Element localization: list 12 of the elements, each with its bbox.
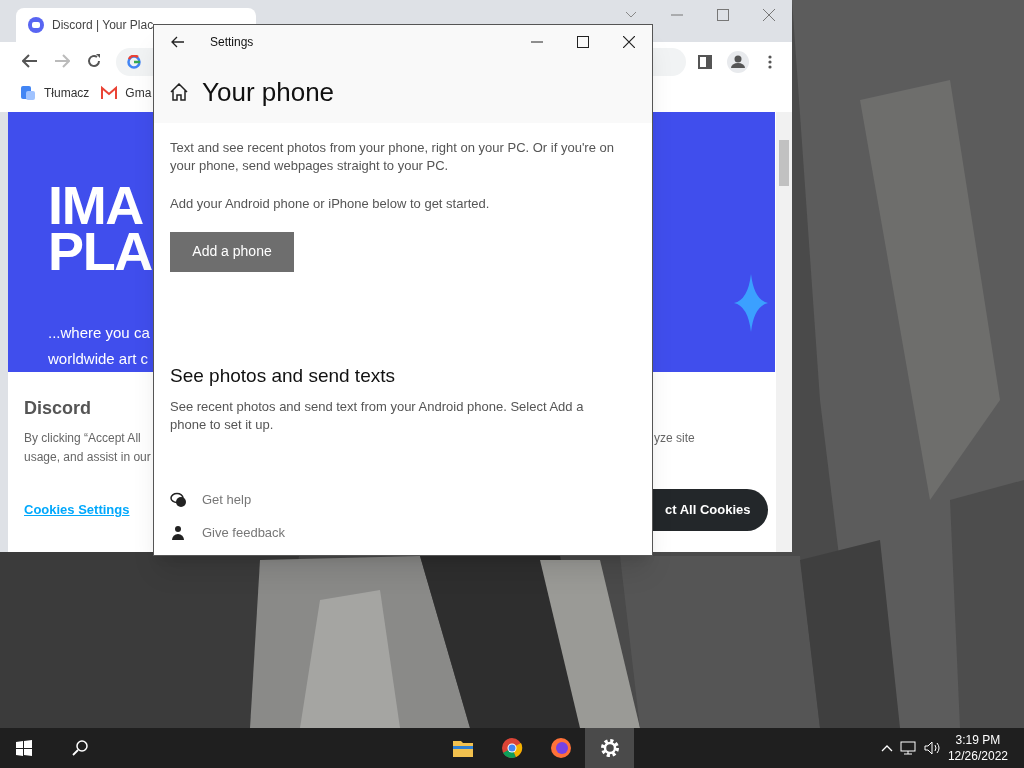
prompt-text: Add your Android phone or iPhone below to get started. xyxy=(170,195,491,213)
section-text: See recent photos and send text from your Android phone. Select Add a phone to set it up. xyxy=(170,398,585,434)
hero-text: ...where you ca xyxy=(48,323,150,343)
intro-text: Text and see recent photos from your phone, right on your PC. Or if you're on your phone, send webpages straight to your PC. xyxy=(170,139,615,175)
hero-text: worldwide art c xyxy=(48,349,149,369)
cookie-title: Discord xyxy=(24,397,92,420)
section-heading: See photos and send texts xyxy=(170,363,396,388)
cookie-text: usage, and assist in our xyxy=(24,449,151,466)
page-heading: Your phone xyxy=(202,79,335,105)
cookie-text: By clicking “Accept All xyxy=(24,430,141,447)
tab-title: Discord | Your Plac xyxy=(52,17,154,34)
cookie-text: yze site xyxy=(654,430,695,447)
